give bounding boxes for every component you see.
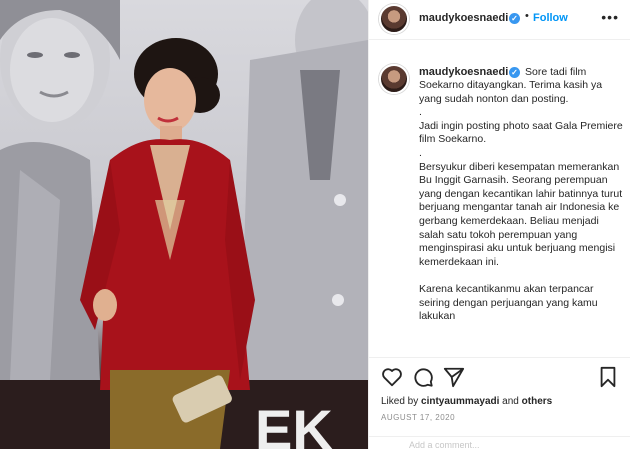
profile-avatar[interactable] [379,4,409,34]
header-username[interactable]: maudykoesnaedi [419,12,508,24]
share-icon[interactable] [443,366,465,388]
post-photo[interactable]: EK [0,0,368,449]
liked-by-others[interactable]: others [522,396,553,407]
caption-text: Soekarno ditayangkan. Terima kasih ya ya… [419,79,623,323]
liked-by-suffix: and [499,396,522,407]
caption-username[interactable]: maudykoesnaedi [419,66,508,78]
caption-avatar[interactable] [379,64,409,94]
post-side-panel: maudykoesnaedi ✓ • Follow ••• maudykoesn… [368,0,630,449]
liked-by-prefix: Liked by [381,396,422,407]
caption-verified-badge-icon: ✓ [509,67,520,78]
verified-badge-icon: ✓ [509,13,520,24]
follow-button[interactable]: Follow [533,12,568,24]
more-options-icon[interactable]: ••• [601,9,619,25]
post-header: maudykoesnaedi ✓ • Follow ••• [369,0,630,40]
caption-first-line: Sore tadi film [525,66,587,78]
header-separator: • [525,10,529,22]
svg-text:EK: EK [255,398,333,449]
caption-area: maudykoesnaedi ✓ Sore tadi film Soekarno… [369,57,630,357]
comment-input[interactable]: Add a comment... [409,440,480,449]
liked-by-user[interactable]: cintyaummayadi [421,396,499,407]
heart-icon[interactable] [381,366,403,388]
post-date: AUGUST 17, 2020 [381,413,456,422]
post-actions: Liked by cintyaummayadi and others AUGUS… [369,357,630,449]
comment-icon[interactable] [412,366,434,388]
likes-summary: Liked by cintyaummayadi and others [381,396,552,407]
bookmark-icon[interactable] [597,366,619,388]
photo-illustration: EK [0,0,368,449]
comment-bar[interactable]: Add a comment... [369,436,630,449]
